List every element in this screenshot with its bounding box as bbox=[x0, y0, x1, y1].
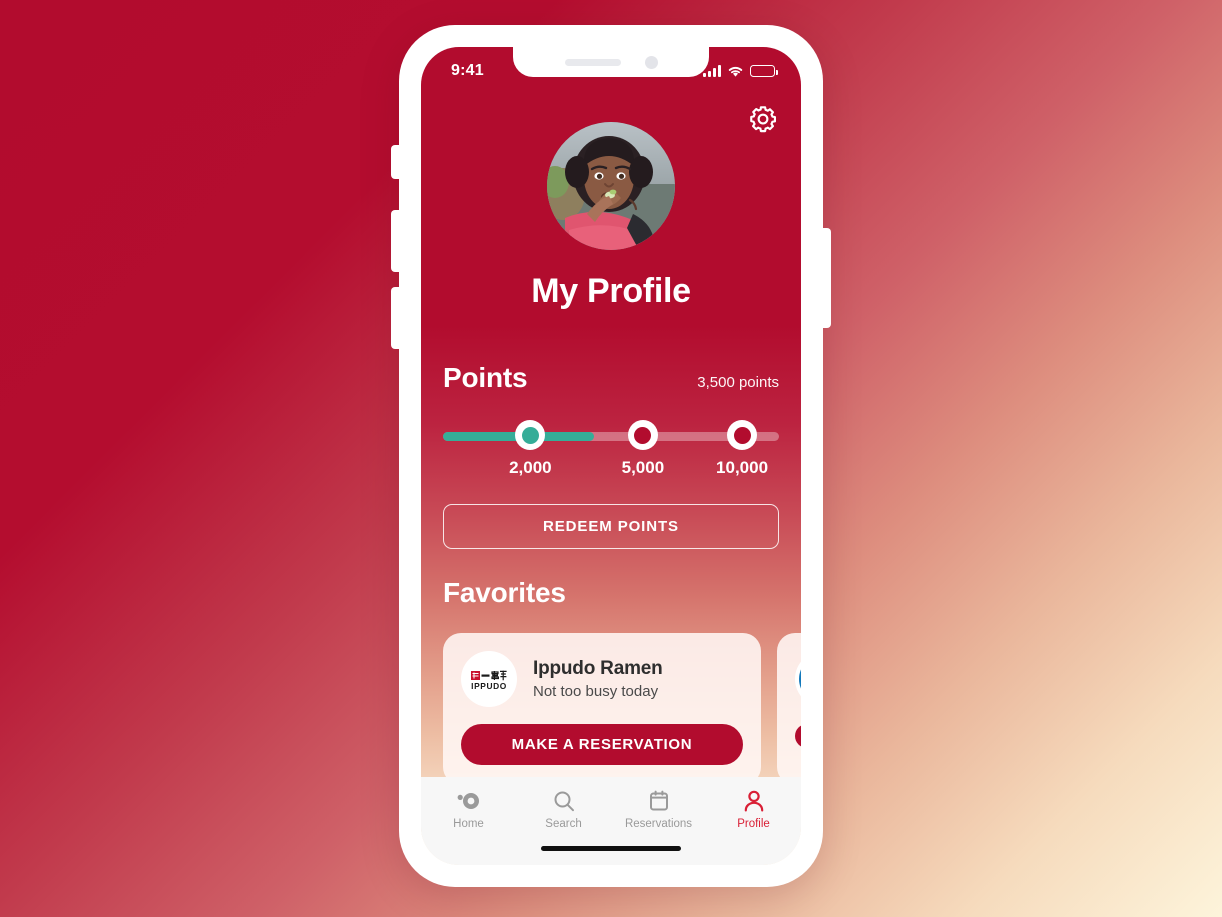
bottom-nav: Home Search Reservations Profile bbox=[421, 777, 801, 865]
volume-up-button[interactable] bbox=[391, 210, 401, 272]
points-balance: 3,500 points bbox=[697, 374, 779, 391]
search-icon bbox=[554, 791, 574, 812]
nav-label: Home bbox=[453, 818, 484, 830]
nav-item-search[interactable]: Search bbox=[516, 790, 611, 830]
points-progress-bar[interactable] bbox=[443, 420, 779, 454]
points-heading: Points bbox=[443, 362, 528, 393]
restaurant-name: Ippudo Ramen bbox=[533, 658, 663, 679]
favorite-card-top bbox=[795, 651, 801, 707]
redeem-points-button[interactable]: REDEEM POINTS bbox=[443, 504, 779, 549]
favorites-section: Favorites IPPUDO Ippudo Ramen Not too bu… bbox=[421, 577, 801, 785]
notch bbox=[513, 47, 709, 77]
nav-label: Profile bbox=[737, 818, 770, 830]
make-reservation-button[interactable]: MAKE A RESERVATION bbox=[461, 724, 743, 765]
tier-label: 2,000 bbox=[509, 458, 552, 477]
tier-node-2000[interactable] bbox=[515, 420, 546, 450]
profile-header: My Profile bbox=[421, 122, 801, 311]
status-time: 9:41 bbox=[451, 62, 484, 79]
front-camera-icon bbox=[644, 55, 658, 69]
speaker-grille-icon bbox=[564, 58, 621, 66]
nav-item-profile[interactable]: Profile bbox=[706, 790, 801, 830]
phone-frame: 9:41 My Profile Points 3,500 points 2,00… bbox=[391, 25, 831, 887]
tier-label: 5,000 bbox=[621, 458, 665, 477]
profile-photo bbox=[547, 122, 675, 250]
favorites-heading: Favorites bbox=[443, 577, 566, 608]
blue-circle-logo-icon bbox=[799, 669, 801, 689]
nav-item-reservations[interactable]: Reservations bbox=[611, 790, 706, 830]
favorite-card-top: IPPUDO Ippudo Ramen Not too busy today bbox=[461, 651, 743, 707]
power-button[interactable] bbox=[821, 228, 831, 328]
nav-label: Reservations bbox=[624, 818, 693, 830]
home-dot-icon bbox=[457, 793, 479, 809]
person-icon bbox=[744, 790, 763, 812]
restaurant-logo bbox=[795, 651, 801, 707]
nav-label: Search bbox=[545, 818, 582, 830]
battery-full-icon bbox=[750, 65, 778, 77]
points-section: Points 3,500 points 2,000 5,000 10,000 R… bbox=[421, 362, 801, 549]
status-icons bbox=[703, 59, 778, 78]
phone-screen: 9:41 My Profile Points 3,500 points 2,00… bbox=[421, 47, 801, 865]
points-header-row: Points 3,500 points bbox=[443, 362, 779, 394]
page-title: My Profile bbox=[531, 272, 691, 310]
tier-label: 10,000 bbox=[716, 458, 769, 477]
favorites-scroller[interactable]: IPPUDO Ippudo Ramen Not too busy today M… bbox=[421, 633, 801, 785]
ippudo-logo-text: IPPUDO bbox=[471, 681, 507, 691]
avatar[interactable] bbox=[547, 122, 675, 250]
favorite-card[interactable]: IPPUDO Ippudo Ramen Not too busy today M… bbox=[443, 633, 761, 785]
tier-node-5000[interactable] bbox=[627, 420, 658, 450]
favorite-card-info: Ippudo Ramen Not too busy today bbox=[533, 658, 663, 700]
settings-button[interactable] bbox=[747, 103, 779, 135]
tier-node-10000[interactable] bbox=[727, 420, 758, 450]
favorite-card[interactable] bbox=[777, 633, 801, 785]
calendar-icon bbox=[649, 790, 668, 811]
nav-item-home[interactable]: Home bbox=[421, 790, 516, 830]
ippudo-logo-icon: IPPUDO bbox=[471, 670, 507, 691]
mute-switch-button[interactable] bbox=[391, 145, 401, 179]
home-indicator[interactable] bbox=[541, 846, 681, 851]
volume-down-button[interactable] bbox=[391, 287, 401, 349]
restaurant-status: Not too busy today bbox=[533, 683, 659, 700]
wifi-icon bbox=[728, 66, 743, 77]
make-reservation-button[interactable] bbox=[795, 724, 801, 748]
gear-icon bbox=[750, 106, 776, 133]
tier-labels: 2,000 5,000 10,000 bbox=[443, 458, 779, 484]
restaurant-logo: IPPUDO bbox=[461, 651, 517, 707]
